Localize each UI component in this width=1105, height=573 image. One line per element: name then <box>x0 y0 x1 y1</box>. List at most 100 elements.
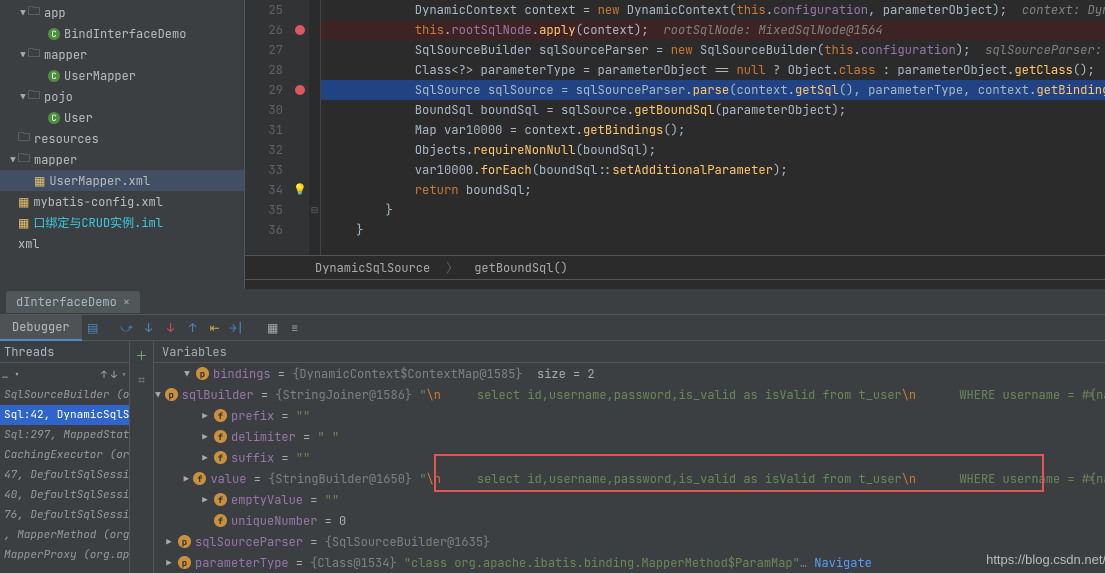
code-line[interactable]: this.rootSqlNode.apply(context); rootSql… <box>321 20 1105 40</box>
code-line[interactable]: Objects.requireNonNull(boundSql); <box>321 140 1105 160</box>
drop-frame-icon[interactable]: ⇤ <box>204 320 226 336</box>
code-line[interactable]: SqlSourceBuilder sqlSourceParser = new S… <box>321 40 1105 60</box>
gutter[interactable]: 252627282930313233343536 <box>245 0 291 255</box>
property-icon: p <box>196 367 209 380</box>
folder-icon: 🗀 <box>28 2 40 23</box>
field-icon: f <box>214 409 227 422</box>
tree-node[interactable]: CUserMapper <box>0 65 244 86</box>
fold-column[interactable]: ⊟ <box>309 0 321 255</box>
chevron-right-icon: 〉 <box>446 259 458 276</box>
filter-icon[interactable]: ▿ <box>121 368 127 381</box>
stack-frame[interactable]: 76, DefaultSqlSession <box>0 505 129 525</box>
tree-node[interactable]: CUser <box>0 107 244 128</box>
tree-node[interactable]: ▦UserMapper.xml <box>0 170 244 191</box>
code-area[interactable]: 252627282930313233343536 💡 ⊟ DynamicCont… <box>245 0 1105 255</box>
variable-row[interactable]: ▶pparameterType = {Class@1534} "class or… <box>154 552 1105 573</box>
stack-frame[interactable]: SqlSourceBuilder (org <box>0 385 129 405</box>
breakpoint-icon[interactable] <box>295 85 305 95</box>
evaluate-icon[interactable]: ▦ <box>262 320 284 336</box>
close-icon[interactable]: × <box>123 294 130 310</box>
tree-node[interactable]: ▦口绑定与CRUD实例.iml <box>0 212 244 233</box>
code-line[interactable]: } <box>321 200 1105 220</box>
tree-node[interactable]: 🗀resources <box>0 128 244 149</box>
field-icon: f <box>214 430 227 443</box>
threads-label: Threads <box>4 344 54 360</box>
variables-label: Variables <box>162 344 227 360</box>
code-line[interactable]: Map var10000 = context.getBindings(); <box>321 120 1105 140</box>
xml-icon: ▦ <box>34 173 45 189</box>
prev-frame-icon[interactable]: ↑ <box>101 368 107 381</box>
tree-node[interactable]: ▼🗀mapper <box>0 149 244 170</box>
debug-tool-window: dInterfaceDemo × Debugger ▤ ⤻ ↓ ↓ ↑ ⇤ →|… <box>0 289 1105 573</box>
run-to-cursor-icon[interactable]: →| <box>226 320 248 336</box>
variable-row[interactable]: funiqueNumber = 0 <box>154 510 1105 531</box>
frames-list[interactable]: SqlSourceBuilder (orgSql:42, DynamicSqlS… <box>0 385 129 565</box>
watermark: https://blog.csdn.net/qiuxinfa123 <box>986 552 1105 567</box>
dropdown-icon[interactable]: … ▾ <box>2 368 20 381</box>
stack-frame[interactable]: 47, DefaultSqlSession <box>0 465 129 485</box>
xml-icon: ▦ <box>18 194 29 210</box>
tab-debugger[interactable]: Debugger <box>0 315 82 341</box>
code-line[interactable]: return boundSql; <box>321 180 1105 200</box>
code-line[interactable]: DynamicContext context = new DynamicCont… <box>321 0 1105 20</box>
force-step-into-icon[interactable]: ↓ <box>160 320 182 336</box>
folder-icon: 🗀 <box>28 44 40 65</box>
stack-frame[interactable]: 40, DefaultSqlSession <box>0 485 129 505</box>
next-frame-icon[interactable]: ↓ <box>111 368 117 381</box>
folder-icon: 🗀 <box>28 86 40 107</box>
tree-node[interactable]: xml <box>0 233 244 254</box>
folder-icon: 🗀 <box>18 149 30 170</box>
variable-row[interactable]: ▶fdelimiter = " " <box>154 426 1105 447</box>
debug-session-tab[interactable]: dInterfaceDemo × <box>6 291 140 313</box>
variables-tree[interactable]: ▼pbindings = {DynamicContext$ContextMap@… <box>154 363 1105 573</box>
variable-row[interactable]: ▼pbindings = {DynamicContext$ContextMap@… <box>154 363 1105 384</box>
tree-node[interactable]: ▦mybatis-config.xml <box>0 191 244 212</box>
code-line[interactable]: BoundSql boundSql = sqlSource.getBoundSq… <box>321 100 1105 120</box>
field-icon: f <box>214 451 227 464</box>
class-icon: C <box>48 112 60 124</box>
tree-node[interactable]: ▼🗀pojo <box>0 86 244 107</box>
step-into-icon[interactable]: ↓ <box>138 320 160 336</box>
stack-frame[interactable]: MapperProxy (org.ap <box>0 545 129 565</box>
project-tree: ▼🗀appCBindInterfaceDemo▼🗀mapperCUserMapp… <box>0 0 245 289</box>
variable-row[interactable]: ▼psqlBuilder = {StringJoiner@1586} "\n s… <box>154 384 1105 405</box>
class-icon: C <box>48 70 60 82</box>
property-icon: p <box>165 388 178 401</box>
layout-icon[interactable]: ▤ <box>82 320 104 336</box>
more-icon[interactable]: ≡ <box>284 320 306 336</box>
code-line[interactable]: var10000.forEach(boundSql::setAdditional… <box>321 160 1105 180</box>
breadcrumb[interactable]: DynamicSqlSource 〉 getBoundSql() <box>245 255 1105 279</box>
class-icon: C <box>48 28 60 40</box>
iml-icon: ▦ <box>18 215 29 231</box>
step-over-icon[interactable]: ⤻ <box>116 320 138 336</box>
stack-frame[interactable]: CachingExecutor (org. <box>0 445 129 465</box>
code-line[interactable]: SqlSource sqlSource = sqlSourceParser.pa… <box>321 80 1105 100</box>
breadcrumb-item[interactable]: DynamicSqlSource <box>315 260 430 276</box>
property-icon: p <box>178 556 191 569</box>
step-out-icon[interactable]: ↑ <box>182 320 204 336</box>
variable-row[interactable]: ▶psqlSourceParser = {SqlSourceBuilder@16… <box>154 531 1105 552</box>
folder-icon: 🗀 <box>18 128 30 149</box>
gutter-markers[interactable]: 💡 <box>291 0 309 255</box>
field-icon: f <box>214 493 227 506</box>
editor-pane: 252627282930313233343536 💡 ⊟ DynamicCont… <box>245 0 1105 280</box>
stack-frame[interactable]: Sql:42, DynamicSqlSou <box>0 405 129 425</box>
stack-frame[interactable]: Sql:297, MappedState <box>0 425 129 445</box>
tree-node[interactable]: ▼🗀mapper <box>0 44 244 65</box>
tree-node[interactable]: CBindInterfaceDemo <box>0 23 244 44</box>
property-icon: p <box>178 535 191 548</box>
highlight-box <box>434 454 1044 492</box>
field-icon: f <box>193 472 206 485</box>
breadcrumb-item[interactable]: getBoundSql() <box>474 260 568 276</box>
variable-row[interactable]: ▶femptyValue = "" <box>154 489 1105 510</box>
code-line[interactable]: Class<?> parameterType = parameterObject… <box>321 60 1105 80</box>
bulb-icon[interactable]: 💡 <box>293 183 307 197</box>
field-icon: f <box>214 514 227 527</box>
breakpoint-icon[interactable] <box>295 25 305 35</box>
add-watch-icon[interactable]: ＋ <box>135 347 147 364</box>
link-icon[interactable]: ⌗ <box>138 372 145 388</box>
stack-frame[interactable]: , MapperMethod (org <box>0 525 129 545</box>
tree-node[interactable]: ▼🗀app <box>0 2 244 23</box>
variable-row[interactable]: ▶fprefix = "" <box>154 405 1105 426</box>
code-line[interactable]: } <box>321 220 1105 240</box>
